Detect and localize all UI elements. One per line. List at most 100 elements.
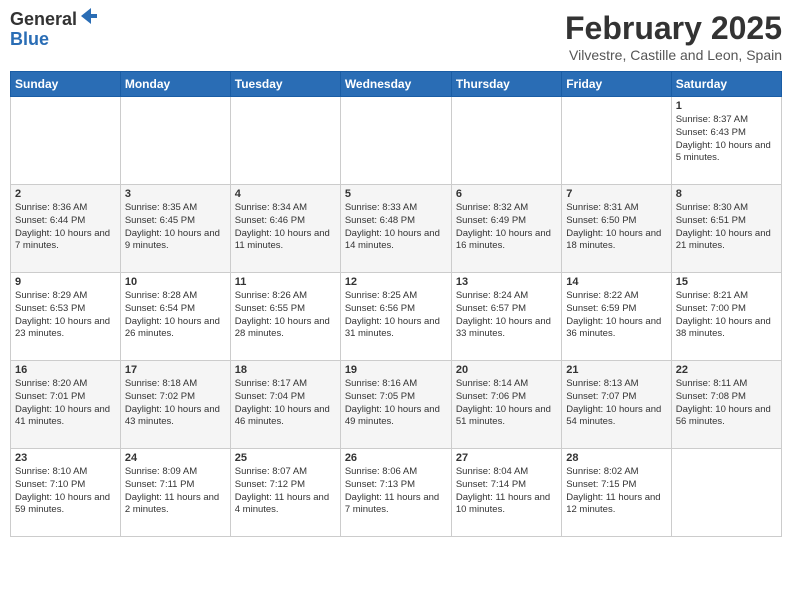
calendar-cell: 24 Sunrise: 8:09 AM Sunset: 7:11 PM Dayli… — [120, 449, 230, 537]
day-info: Sunrise: 8:07 AM Sunset: 7:12 PM Dayligh… — [235, 466, 336, 517]
calendar-cell: 15 Sunrise: 8:21 AM Sunset: 7:00 PM Dayli… — [671, 273, 781, 361]
day-info: Sunrise: 8:20 AM Sunset: 7:01 PM Dayligh… — [15, 378, 116, 429]
calendar-cell: 4 Sunrise: 8:34 AM Sunset: 6:46 PM Daylig… — [230, 185, 340, 273]
calendar-cell: 14 Sunrise: 8:22 AM Sunset: 6:59 PM Dayli… — [562, 273, 671, 361]
header: General Blue February 2025 Vilvestre, Ca… — [10, 10, 782, 63]
calendar-cell — [11, 97, 121, 185]
calendar-cell: 7 Sunrise: 8:31 AM Sunset: 6:50 PM Daylig… — [562, 185, 671, 273]
day-info: Sunrise: 8:28 AM Sunset: 6:54 PM Dayligh… — [125, 290, 226, 341]
day-info: Sunrise: 8:16 AM Sunset: 7:05 PM Dayligh… — [345, 378, 447, 429]
day-number: 12 — [345, 276, 447, 288]
calendar-week-1: 1Sunrise: 8:37 AM Sunset: 6:43 PM Daylig… — [11, 97, 782, 185]
day-info: Sunrise: 8:35 AM Sunset: 6:45 PM Dayligh… — [125, 202, 226, 253]
day-number: 17 — [125, 364, 226, 376]
day-number: 20 — [456, 364, 557, 376]
calendar-cell: 19 Sunrise: 8:16 AM Sunset: 7:05 PM Dayli… — [340, 361, 451, 449]
weekday-header-wednesday: Wednesday — [340, 72, 451, 97]
calendar-cell: 22 Sunrise: 8:11 AM Sunset: 7:08 PM Dayli… — [671, 361, 781, 449]
day-info: Sunrise: 8:22 AM Sunset: 6:59 PM Dayligh… — [566, 290, 666, 341]
calendar-cell: 5 Sunrise: 8:33 AM Sunset: 6:48 PM Daylig… — [340, 185, 451, 273]
day-info: Sunrise: 8:09 AM Sunset: 7:11 PM Dayligh… — [125, 466, 226, 517]
day-number: 23 — [15, 452, 116, 464]
calendar-cell: 10 Sunrise: 8:28 AM Sunset: 6:54 PM Dayli… — [120, 273, 230, 361]
day-info: Sunrise: 8:17 AM Sunset: 7:04 PM Dayligh… — [235, 378, 336, 429]
weekday-header-saturday: Saturday — [671, 72, 781, 97]
weekday-header-friday: Friday — [562, 72, 671, 97]
day-info: Sunrise: 8:06 AM Sunset: 7:13 PM Dayligh… — [345, 466, 447, 517]
calendar-cell: 3Sunrise: 8:35 AM Sunset: 6:45 PM Daylig… — [120, 185, 230, 273]
calendar-cell: 13 Sunrise: 8:24 AM Sunset: 6:57 PM Dayli… — [451, 273, 561, 361]
day-number: 27 — [456, 452, 557, 464]
calendar-cell: 26Sunrise: 8:06 AM Sunset: 7:13 PM Dayli… — [340, 449, 451, 537]
day-info: Sunrise: 8:26 AM Sunset: 6:55 PM Dayligh… — [235, 290, 336, 341]
day-number: 7 — [566, 188, 666, 200]
day-info: Sunrise: 8:04 AM Sunset: 7:14 PM Dayligh… — [456, 466, 557, 517]
day-number: 5 — [345, 188, 447, 200]
logo-general: General — [10, 10, 77, 30]
day-number: 19 — [345, 364, 447, 376]
day-number: 15 — [676, 276, 777, 288]
weekday-header-tuesday: Tuesday — [230, 72, 340, 97]
day-number: 16 — [15, 364, 116, 376]
location-title: Vilvestre, Castille and Leon, Spain — [565, 47, 782, 63]
calendar-cell: 18 Sunrise: 8:17 AM Sunset: 7:04 PM Dayli… — [230, 361, 340, 449]
calendar-cell — [120, 97, 230, 185]
logo: General Blue — [10, 10, 99, 50]
calendar-cell — [671, 449, 781, 537]
day-info: Sunrise: 8:21 AM Sunset: 7:00 PM Dayligh… — [676, 290, 777, 341]
calendar-cell: 27 Sunrise: 8:04 AM Sunset: 7:14 PM Dayli… — [451, 449, 561, 537]
logo-text: General Blue — [10, 10, 99, 50]
calendar-cell: 25 Sunrise: 8:07 AM Sunset: 7:12 PM Dayli… — [230, 449, 340, 537]
logo-arrow-icon — [79, 6, 99, 26]
day-number: 28 — [566, 452, 666, 464]
day-info: Sunrise: 8:37 AM Sunset: 6:43 PM Dayligh… — [676, 114, 777, 165]
calendar-cell: 8Sunrise: 8:30 AM Sunset: 6:51 PM Daylig… — [671, 185, 781, 273]
calendar-week-3: 9Sunrise: 8:29 AM Sunset: 6:53 PM Daylig… — [11, 273, 782, 361]
calendar-cell — [562, 97, 671, 185]
day-info: Sunrise: 8:11 AM Sunset: 7:08 PM Dayligh… — [676, 378, 777, 429]
calendar-cell: 20 Sunrise: 8:14 AM Sunset: 7:06 PM Dayli… — [451, 361, 561, 449]
weekday-header-sunday: Sunday — [11, 72, 121, 97]
calendar-cell: 6Sunrise: 8:32 AM Sunset: 6:49 PM Daylig… — [451, 185, 561, 273]
day-info: Sunrise: 8:34 AM Sunset: 6:46 PM Dayligh… — [235, 202, 336, 253]
day-info: Sunrise: 8:13 AM Sunset: 7:07 PM Dayligh… — [566, 378, 666, 429]
day-number: 4 — [235, 188, 336, 200]
calendar-week-5: 23Sunrise: 8:10 AM Sunset: 7:10 PM Dayli… — [11, 449, 782, 537]
calendar-cell — [451, 97, 561, 185]
title-area: February 2025 Vilvestre, Castille and Le… — [565, 10, 782, 63]
calendar-week-4: 16 Sunrise: 8:20 AM Sunset: 7:01 PM Dayli… — [11, 361, 782, 449]
calendar-cell: 23Sunrise: 8:10 AM Sunset: 7:10 PM Dayli… — [11, 449, 121, 537]
day-number: 6 — [456, 188, 557, 200]
day-info: Sunrise: 8:31 AM Sunset: 6:50 PM Dayligh… — [566, 202, 666, 253]
day-number: 13 — [456, 276, 557, 288]
day-number: 14 — [566, 276, 666, 288]
day-number: 8 — [676, 188, 777, 200]
calendar-cell: 28 Sunrise: 8:02 AM Sunset: 7:15 PM Dayli… — [562, 449, 671, 537]
day-info: Sunrise: 8:14 AM Sunset: 7:06 PM Dayligh… — [456, 378, 557, 429]
day-info: Sunrise: 8:25 AM Sunset: 6:56 PM Dayligh… — [345, 290, 447, 341]
calendar-cell: 1Sunrise: 8:37 AM Sunset: 6:43 PM Daylig… — [671, 97, 781, 185]
calendar-cell: 2 Sunrise: 8:36 AM Sunset: 6:44 PM Daylig… — [11, 185, 121, 273]
weekday-header-thursday: Thursday — [451, 72, 561, 97]
calendar-cell — [230, 97, 340, 185]
page: General Blue February 2025 Vilvestre, Ca… — [0, 0, 792, 612]
day-info: Sunrise: 8:36 AM Sunset: 6:44 PM Dayligh… — [15, 202, 116, 253]
day-info: Sunrise: 8:18 AM Sunset: 7:02 PM Dayligh… — [125, 378, 226, 429]
day-number: 9 — [15, 276, 116, 288]
calendar-table: SundayMondayTuesdayWednesdayThursdayFrid… — [10, 71, 782, 537]
day-number: 24 — [125, 452, 226, 464]
day-number: 22 — [676, 364, 777, 376]
weekday-header-monday: Monday — [120, 72, 230, 97]
day-info: Sunrise: 8:33 AM Sunset: 6:48 PM Dayligh… — [345, 202, 447, 253]
day-number: 25 — [235, 452, 336, 464]
day-number: 2 — [15, 188, 116, 200]
calendar-cell: 17 Sunrise: 8:18 AM Sunset: 7:02 PM Dayli… — [120, 361, 230, 449]
day-info: Sunrise: 8:02 AM Sunset: 7:15 PM Dayligh… — [566, 466, 666, 517]
calendar-week-2: 2 Sunrise: 8:36 AM Sunset: 6:44 PM Daylig… — [11, 185, 782, 273]
day-number: 18 — [235, 364, 336, 376]
month-title: February 2025 — [565, 10, 782, 47]
day-info: Sunrise: 8:24 AM Sunset: 6:57 PM Dayligh… — [456, 290, 557, 341]
day-number: 21 — [566, 364, 666, 376]
day-number: 10 — [125, 276, 226, 288]
calendar-cell: 11Sunrise: 8:26 AM Sunset: 6:55 PM Dayli… — [230, 273, 340, 361]
